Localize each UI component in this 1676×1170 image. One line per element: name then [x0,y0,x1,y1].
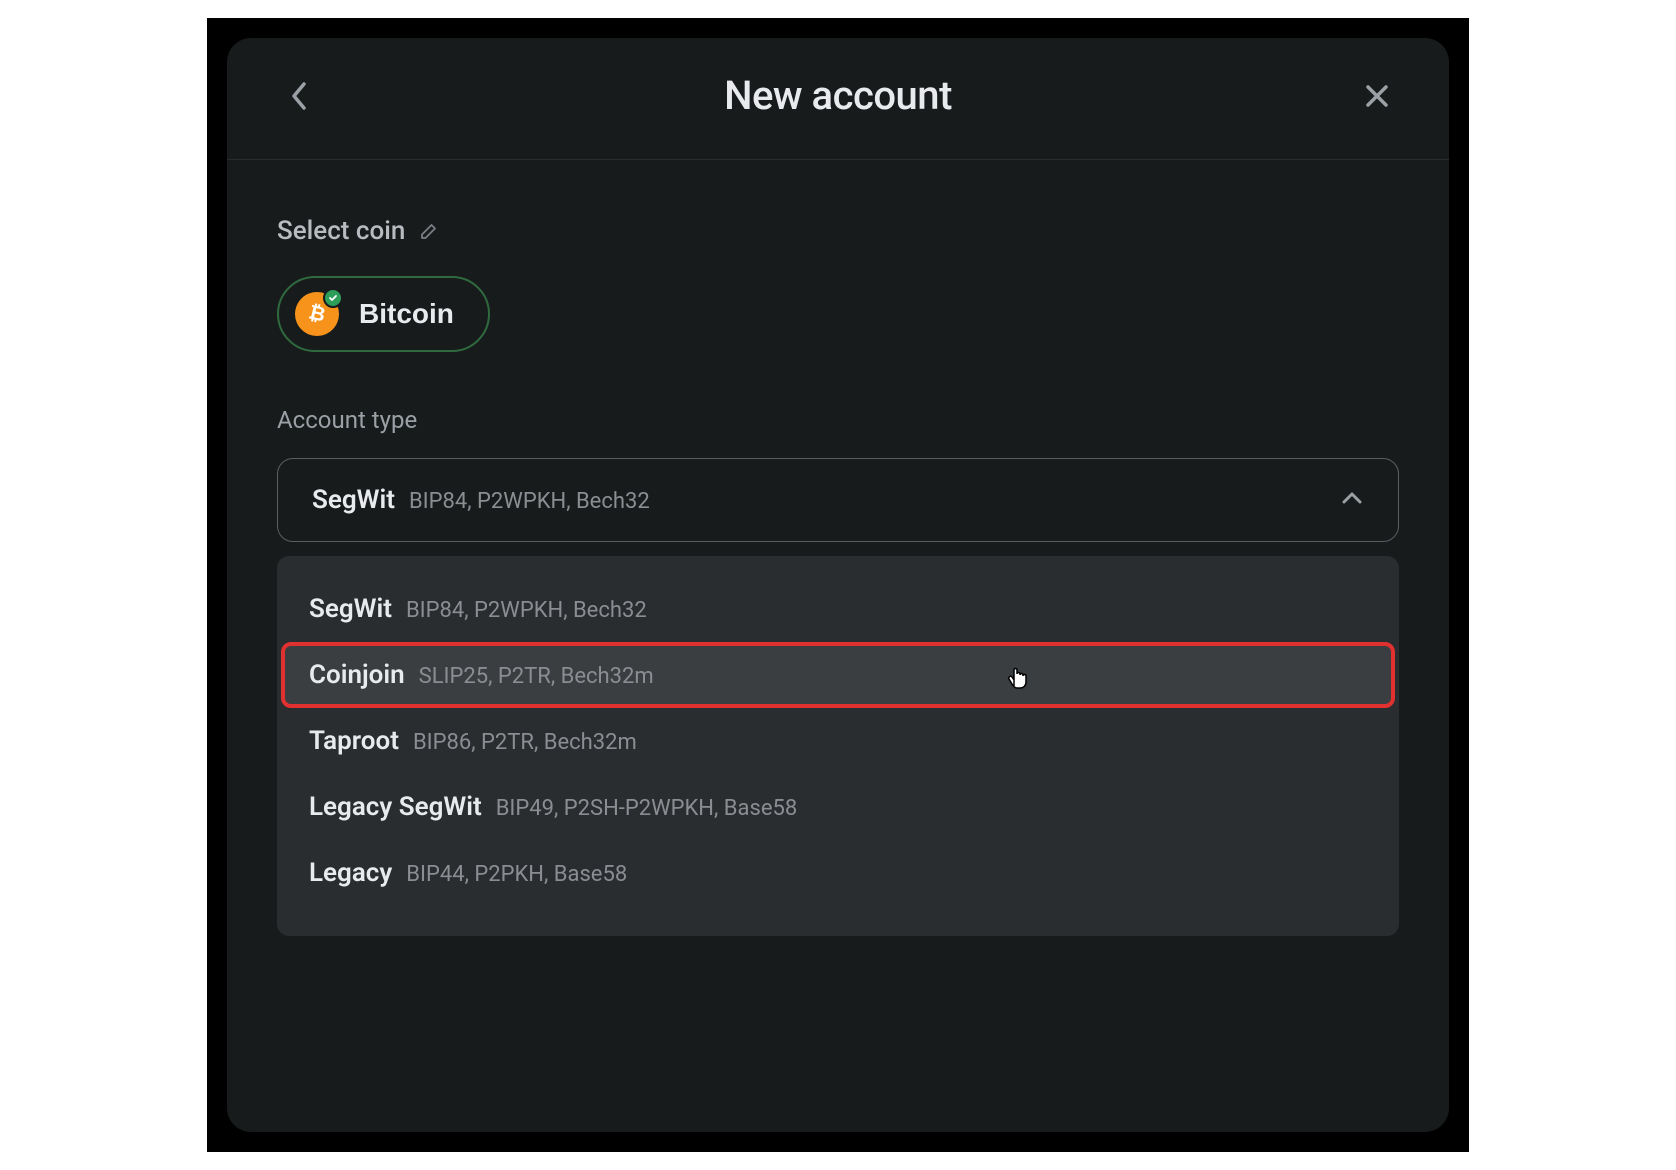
option-detail: SLIP25, P2TR, Bech32m [419,664,654,689]
account-type-select[interactable]: SegWit BIP84, P2WPKH, Bech32 [277,458,1399,542]
modal-body: Select coin ₿ [227,160,1449,936]
account-type-option[interactable]: Taproot BIP86, P2TR, Bech32m [285,708,1391,774]
new-account-modal: New account Select coin [227,38,1449,1132]
modal-header: New account [227,38,1449,160]
option-detail: BIP49, P2SH-P2WPKH, Base58 [496,796,798,821]
modal-title: New account [724,72,952,119]
window-frame: New account Select coin [207,18,1469,1152]
option-name: Legacy [309,858,392,888]
chevron-left-icon [290,81,308,111]
pointer-cursor-icon [1005,660,1033,690]
option-detail: BIP86, P2TR, Bech32m [413,730,637,755]
coin-name: Bitcoin [359,298,454,330]
select-value-name: SegWit [312,485,395,515]
account-type-option[interactable]: Legacy BIP44, P2PKH, Base58 [285,840,1391,906]
option-name: SegWit [309,594,392,624]
select-coin-label-row: Select coin [277,216,1399,246]
pencil-icon[interactable] [419,221,439,241]
option-detail: BIP84, P2WPKH, Bech32 [406,598,647,623]
svg-text:₿: ₿ [306,301,327,326]
account-type-option[interactable]: Coinjoin SLIP25, P2TR, Bech32m [281,642,1395,708]
option-name: Coinjoin [309,660,405,690]
coin-icon-wrap: ₿ [295,292,339,336]
option-name: Taproot [309,726,399,756]
chevron-up-icon [1340,490,1364,510]
select-value: SegWit BIP84, P2WPKH, Bech32 [312,485,650,515]
back-button[interactable] [277,74,321,118]
select-value-detail: BIP84, P2WPKH, Bech32 [409,489,650,514]
option-name: Legacy SegWit [309,792,482,822]
account-type-option[interactable]: Legacy SegWit BIP49, P2SH-P2WPKH, Base58 [285,774,1391,840]
account-type-option[interactable]: SegWit BIP84, P2WPKH, Bech32 [285,576,1391,642]
account-type-dropdown: SegWit BIP84, P2WPKH, Bech32 Coinjoin SLIP2… [277,556,1399,936]
option-detail: BIP44, P2PKH, Base58 [406,862,627,887]
check-badge-icon [323,288,343,308]
close-button[interactable] [1355,74,1399,118]
account-type-label: Account type [277,406,1399,434]
coin-chip-bitcoin[interactable]: ₿ Bitcoin [277,276,490,352]
close-icon [1364,83,1390,109]
select-coin-label: Select coin [277,216,405,246]
